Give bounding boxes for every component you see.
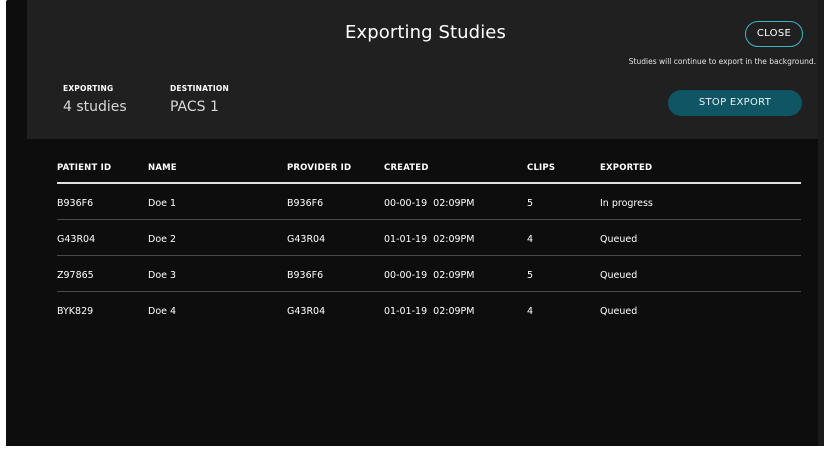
provider-id-cell: G43R04 [287,234,326,245]
column-header-clips: CLIPS [527,163,556,173]
export-dialog: Exporting Studies CLOSE Studies will con… [6,0,824,446]
column-header-created: CREATED [384,163,429,173]
screen: Exporting Studies CLOSE Studies will con… [0,0,824,452]
destination-label: DESTINATION [170,84,229,93]
exported-status-cell: In progress [600,198,653,209]
destination-value: PACS 1 [170,99,219,115]
table-row[interactable]: Z97865 Doe 3 B936F6 00-00-19 02:09PM 5 Q… [57,256,801,292]
column-header-name: NAME [148,163,177,173]
patient-id-cell: B936F6 [57,198,94,209]
dialog-title: Exporting Studies [345,22,506,43]
provider-id-cell: B936F6 [287,198,324,209]
close-button[interactable]: CLOSE [745,21,803,47]
name-cell: Doe 3 [148,270,177,281]
clips-cell: 4 [527,234,534,245]
created-cell: 00-00-19 02:09PM [384,270,475,281]
table-row[interactable]: G43R04 Doe 2 G43R04 01-01-19 02:09PM 4 Q… [57,220,801,256]
patient-id-cell: G43R04 [57,234,96,245]
patient-id-cell: Z97865 [57,270,94,281]
created-cell: 01-01-19 02:09PM [384,306,475,317]
created-cell: 01-01-19 02:09PM [384,234,475,245]
column-header-exported: EXPORTED [600,163,653,173]
table-row[interactable]: B936F6 Doe 1 B936F6 00-00-19 02:09PM 5 I… [57,184,801,220]
exported-status-cell: Queued [600,306,638,317]
exported-status-cell: Queued [600,270,638,281]
table-row[interactable]: BYK829 Doe 4 G43R04 01-01-19 02:09PM 4 Q… [57,292,801,328]
stop-export-button[interactable]: STOP EXPORT [668,90,802,116]
provider-id-cell: B936F6 [287,270,324,281]
background-export-note: Studies will continue to export in the b… [628,57,816,66]
name-cell: Doe 2 [148,234,177,245]
clips-cell: 5 [527,198,534,209]
clips-cell: 4 [527,306,534,317]
exporting-label: EXPORTING [63,84,114,93]
exported-status-cell: Queued [600,234,638,245]
name-cell: Doe 1 [148,198,177,209]
column-header-provider-id: PROVIDER ID [287,163,352,173]
window-edge [818,0,824,446]
name-cell: Doe 4 [148,306,177,317]
patient-id-cell: BYK829 [57,306,94,317]
provider-id-cell: G43R04 [287,306,326,317]
exporting-count: 4 studies [63,99,127,115]
column-header-patient-id: PATIENT ID [57,163,112,173]
dialog-header: Exporting Studies CLOSE Studies will con… [27,0,824,139]
studies-table: PATIENT ID NAME PROVIDER ID CREATED CLIP… [27,139,824,446]
created-cell: 00-00-19 02:09PM [384,198,475,209]
clips-cell: 5 [527,270,534,281]
